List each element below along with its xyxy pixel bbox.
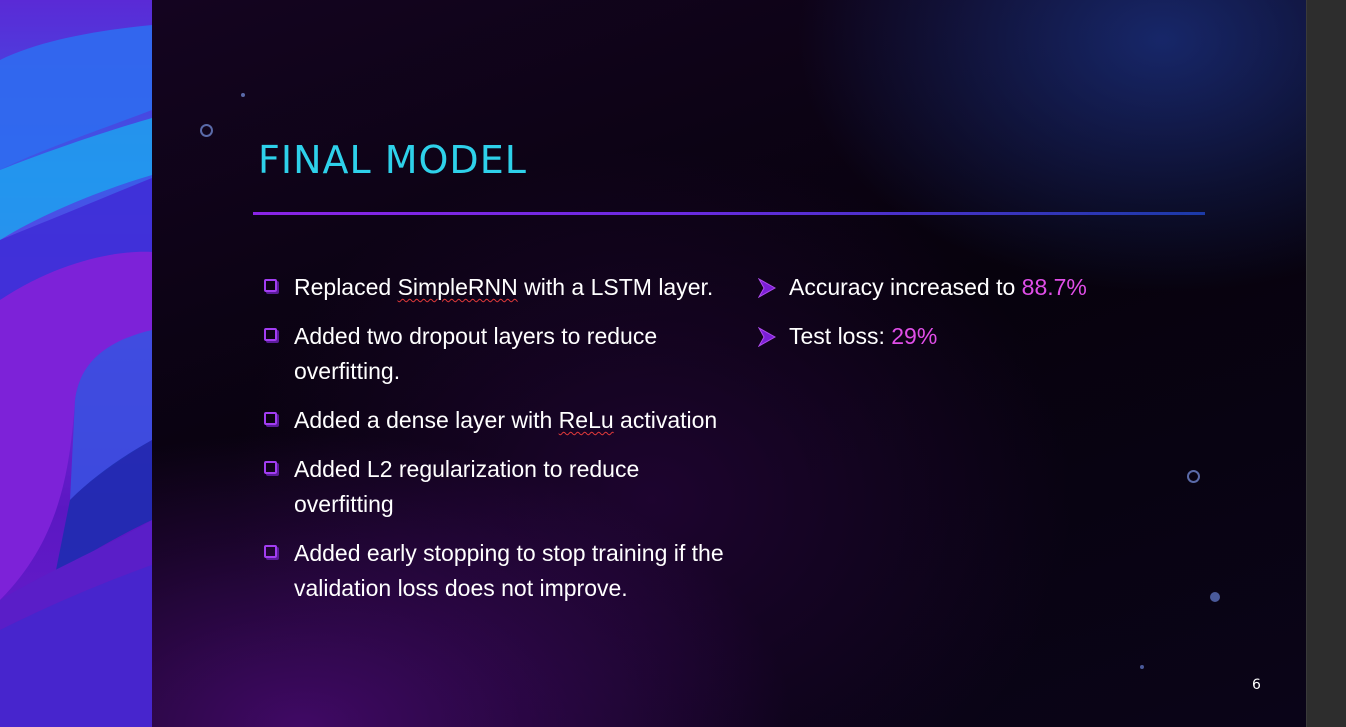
list-item: Test loss: 29% bbox=[758, 319, 1178, 354]
editor-scrollbar-area[interactable] bbox=[1306, 0, 1346, 727]
decorative-ring bbox=[1187, 470, 1200, 483]
list-item: Added early stopping to stop training if… bbox=[264, 536, 724, 606]
decorative-dot bbox=[1210, 592, 1220, 602]
checkbox-square-icon bbox=[264, 279, 277, 292]
accuracy-value: 88.7% bbox=[1021, 274, 1087, 300]
slide: FINAL MODEL Replaced SimpleRNN with a LS… bbox=[152, 0, 1306, 727]
page-number: 6 bbox=[1252, 677, 1261, 693]
list-item: Added L2 regularization to reduce overfi… bbox=[264, 452, 724, 522]
test-loss-value: 29% bbox=[891, 323, 938, 349]
abstract-waves-graphic bbox=[0, 25, 152, 727]
decorative-dot bbox=[241, 93, 245, 97]
list-item-text: Replaced bbox=[294, 274, 398, 300]
left-decorative-panel bbox=[0, 0, 152, 727]
checkbox-square-icon bbox=[264, 412, 277, 425]
right-bullet-list: Accuracy increased to 88.7% Test loss: 2… bbox=[758, 270, 1178, 368]
left-bullet-list: Replaced SimpleRNN with a LSTM layer. Ad… bbox=[264, 270, 724, 620]
spellcheck-flagged-word: ReLu bbox=[558, 407, 614, 433]
slide-title: FINAL MODEL bbox=[258, 138, 527, 182]
list-item-text: Added a dense layer with bbox=[294, 407, 559, 433]
spellcheck-flagged-word: SimpleRNN bbox=[397, 274, 518, 300]
checkbox-square-icon bbox=[264, 461, 277, 474]
metric-label: Accuracy increased to bbox=[789, 274, 1022, 300]
list-item-text: with a LSTM layer. bbox=[517, 274, 714, 300]
arrow-bullet-icon bbox=[758, 327, 776, 347]
list-item: Replaced SimpleRNN with a LSTM layer. bbox=[264, 270, 724, 305]
metric-label: Test loss: bbox=[789, 323, 892, 349]
list-item-text: activation bbox=[613, 407, 718, 433]
checkbox-square-icon bbox=[264, 328, 277, 341]
list-item: Accuracy increased to 88.7% bbox=[758, 270, 1178, 305]
arrow-bullet-icon bbox=[758, 278, 776, 298]
list-item-text: Added early stopping to stop training if… bbox=[294, 540, 724, 601]
list-item-text: Added L2 regularization to reduce overfi… bbox=[294, 456, 640, 517]
list-item: Added two dropout layers to reduce overf… bbox=[264, 319, 724, 389]
title-underline bbox=[253, 212, 1205, 215]
decorative-dot bbox=[1140, 665, 1144, 669]
list-item: Added a dense layer with ReLu activation bbox=[264, 403, 724, 438]
checkbox-square-icon bbox=[264, 545, 277, 558]
decorative-ring bbox=[200, 124, 213, 137]
list-item-text: Added two dropout layers to reduce overf… bbox=[294, 323, 658, 384]
